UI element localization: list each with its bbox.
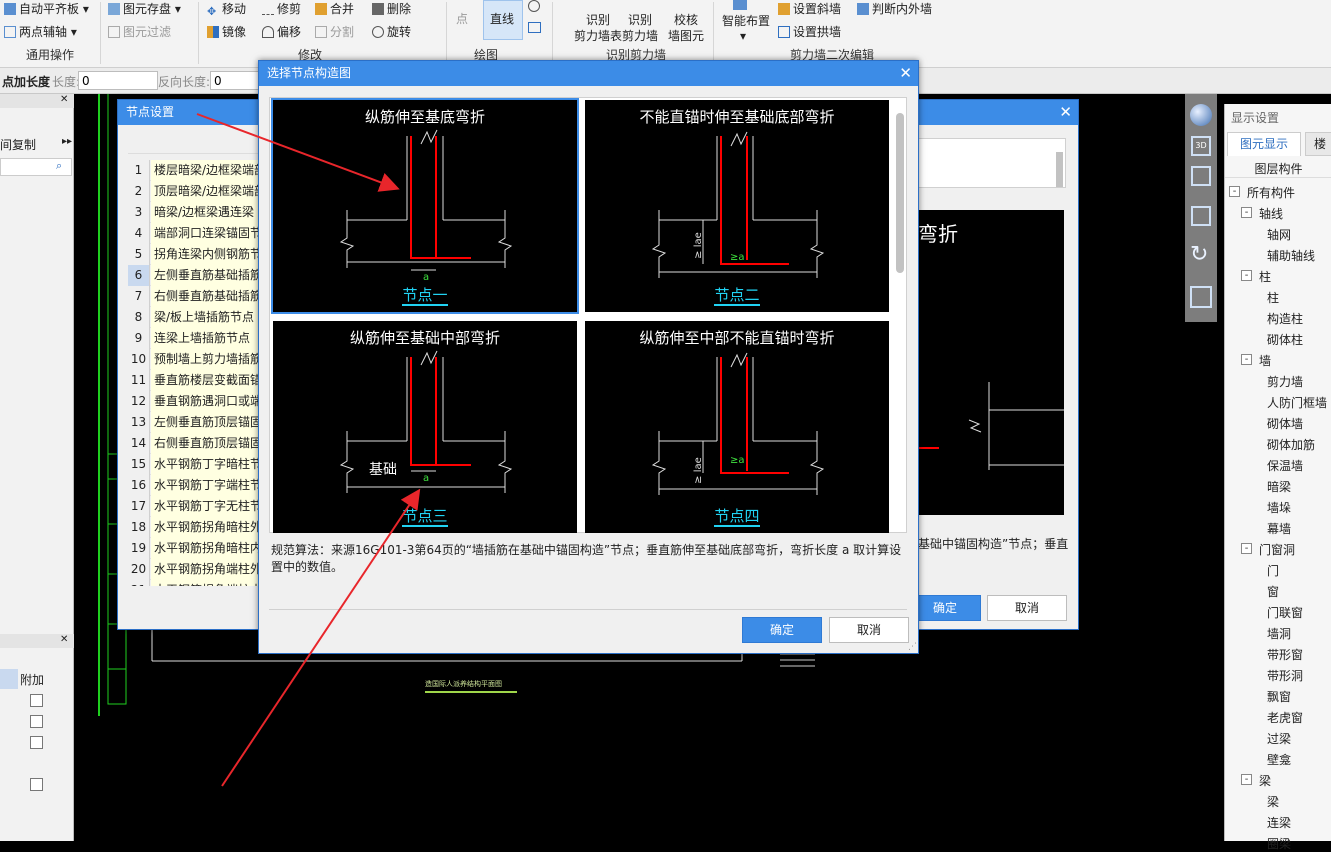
annotation-arrow [221, 488, 421, 787]
annotation-arrow [196, 113, 400, 192]
annotation-layer [196, 113, 421, 787]
